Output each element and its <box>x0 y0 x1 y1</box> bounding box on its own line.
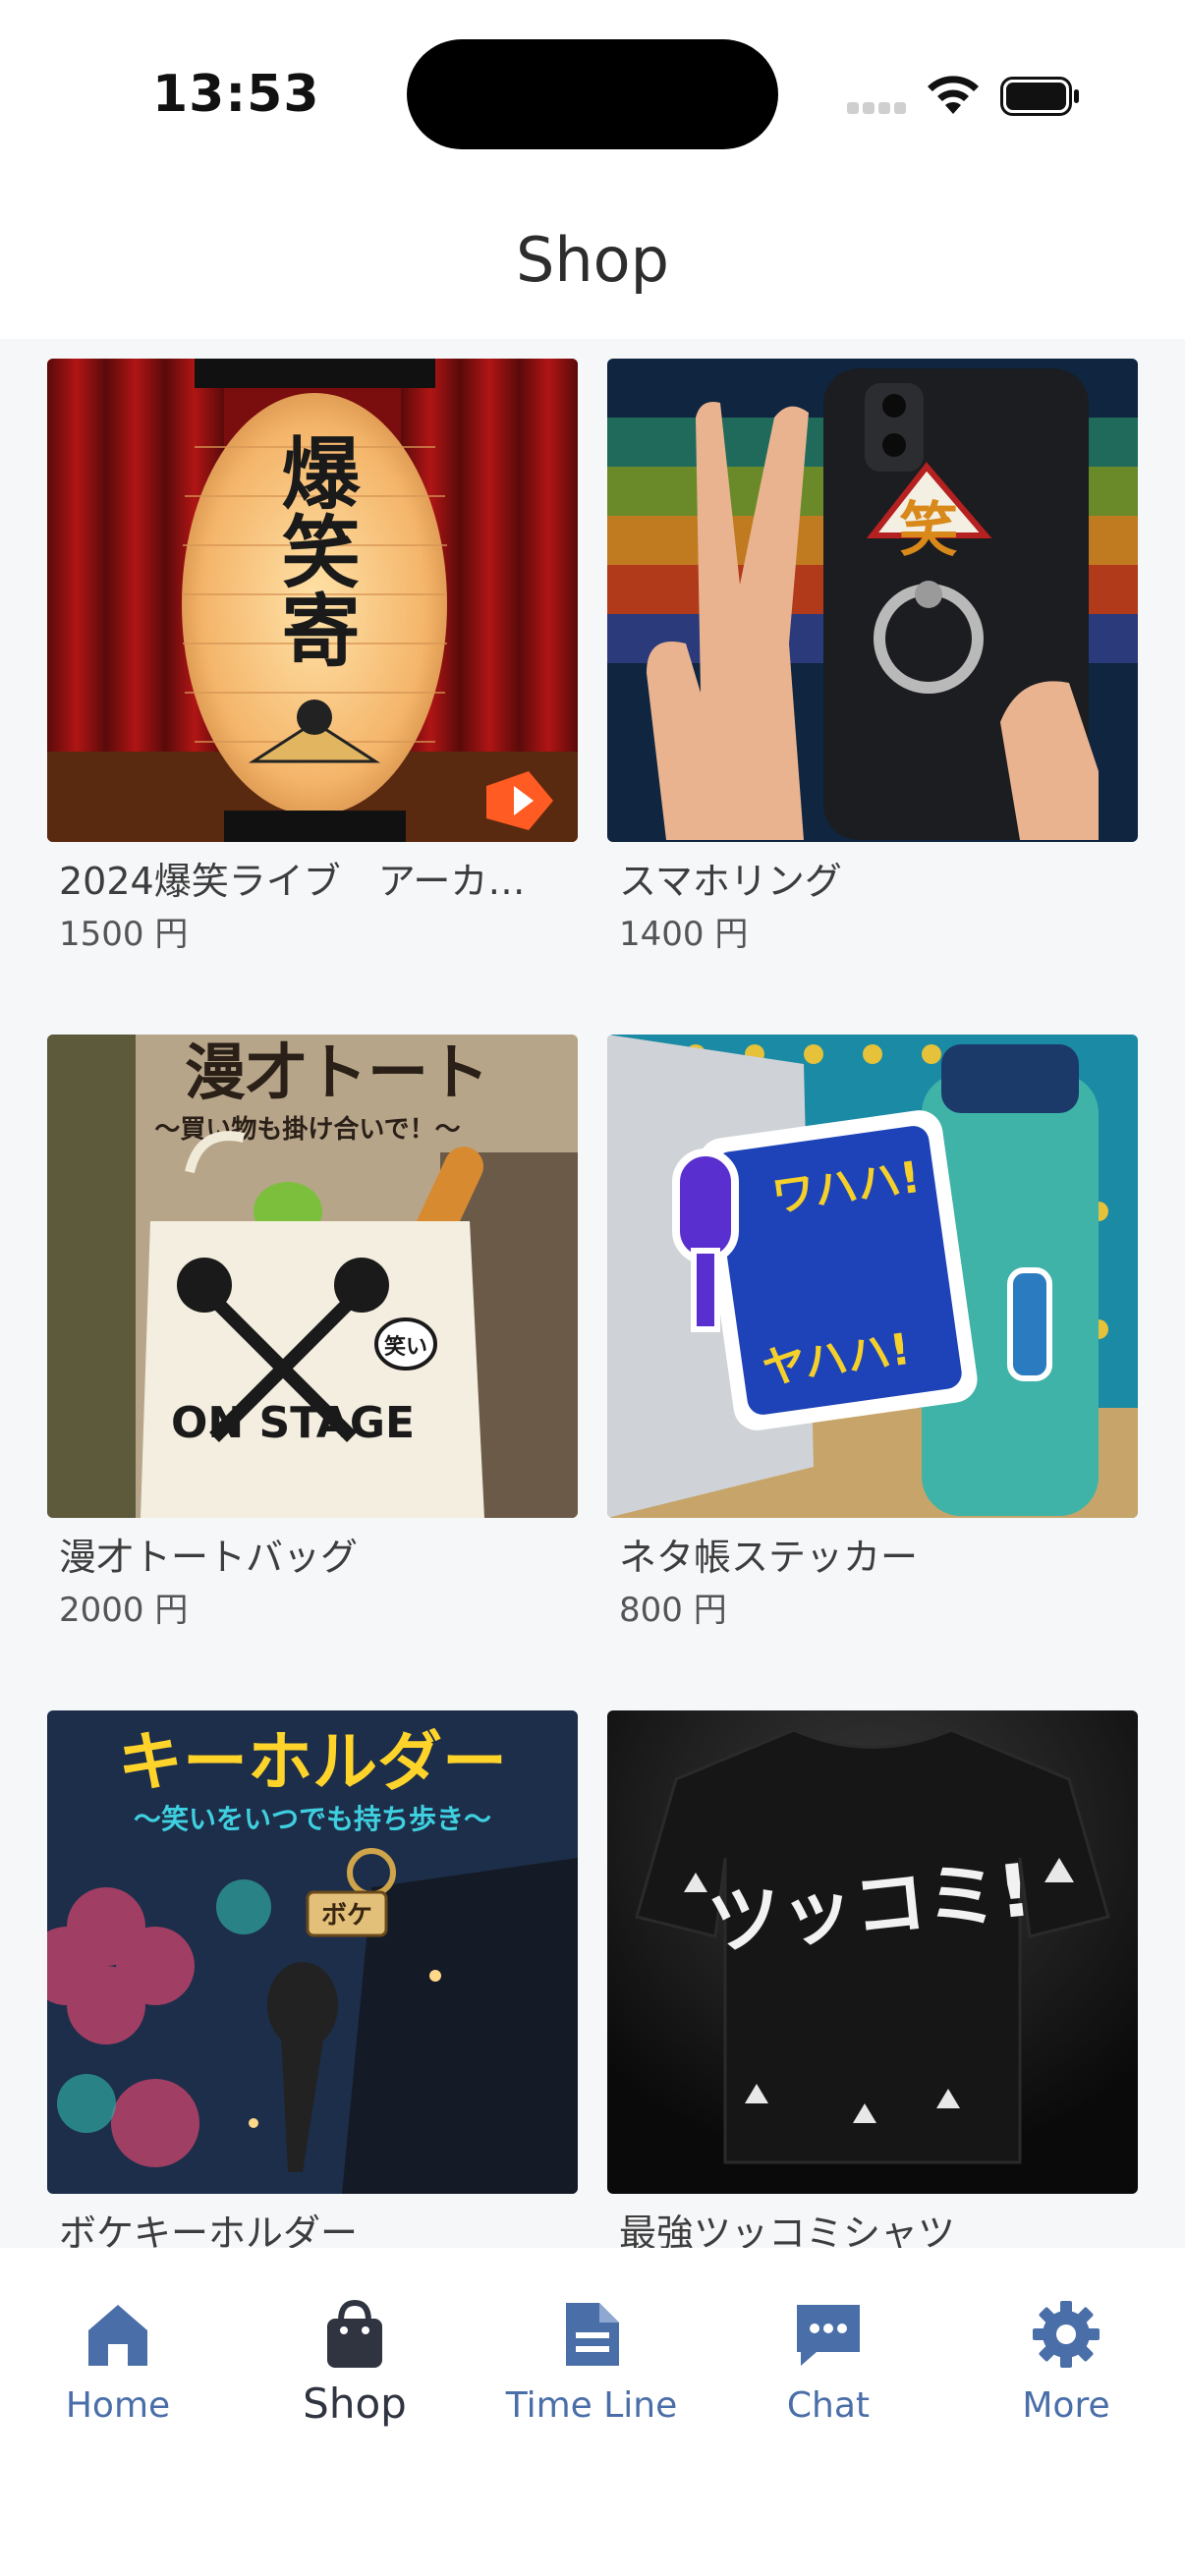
status-bar: 13:53 <box>0 0 1185 187</box>
tab-timeline[interactable]: Time Line <box>474 2297 709 2444</box>
tote-title-text: 漫才トート <box>185 1036 489 1108</box>
product-image: 漫才トート ～買い物も掛け合いで！～ 笑い ON STAGE <box>47 1035 578 1518</box>
document-icon <box>566 2303 619 2366</box>
tab-label: Time Line <box>505 2385 678 2426</box>
lantern-image: 爆笑寄 <box>47 359 578 842</box>
home-icon <box>88 2305 147 2366</box>
product-name: 漫才トートバッグ <box>59 1536 359 1579</box>
shopping-bag-icon <box>327 2299 382 2368</box>
tote-subtitle-text: ～買い物も掛け合いで！～ <box>154 1114 460 1145</box>
product-price: 1500 円 <box>59 915 189 954</box>
keyholder-subtitle-text: ～笑いをいつでも持ち歩き～ <box>134 1803 491 1835</box>
product-name: 最強ツッコミシャツ <box>619 2212 956 2248</box>
battery-icon <box>1000 77 1079 116</box>
product-price: 800 円 <box>619 1591 727 1630</box>
dynamic-island <box>407 39 778 149</box>
tote-bag-image: 漫才トート ～買い物も掛け合いで！～ 笑い ON STAGE <box>47 1035 578 1518</box>
keyholder-image: キーホルダー ～笑いをいつでも持ち歩き～ ボケ <box>47 1710 578 2194</box>
product-price: 2000 円 <box>59 1591 189 1630</box>
product-card[interactable]: 笑 スマホリング 1400 円 <box>607 359 1138 1007</box>
navigation-bar: Shop <box>0 187 1185 339</box>
tab-label: More <box>1022 2385 1110 2426</box>
product-price: 1400 円 <box>619 915 749 954</box>
tab-chat[interactable]: Chat <box>710 2297 946 2444</box>
product-image: ワハハ! ヤハハ! <box>607 1035 1138 1518</box>
product-name: スマホリング <box>619 860 842 903</box>
product-card[interactable]: 爆笑寄 2024爆笑ライブ アーカイブ 1500 円 <box>47 359 578 1007</box>
tab-home[interactable]: Home <box>0 2297 236 2444</box>
tab-label: Shop <box>303 2380 407 2428</box>
tab-shop[interactable]: Shop <box>237 2297 473 2444</box>
tshirt-image: ツッコミ! <box>607 1710 1138 2194</box>
page-title: Shop <box>516 224 669 296</box>
product-image: キーホルダー ～笑いをいつでも持ち歩き～ ボケ <box>47 1710 578 2194</box>
keyholder-title-text: キーホルダー <box>118 1724 507 1800</box>
product-card[interactable]: ツッコミ! 最強ツッコミシャツ <box>607 1710 1138 2248</box>
cellular-signal-icon <box>847 102 908 116</box>
wifi-icon <box>928 76 979 114</box>
product-card[interactable]: 漫才トート ～買い物も掛け合いで！～ 笑い ON STAGE 漫才トートバッグ … <box>47 1035 578 1683</box>
product-image: ツッコミ! <box>607 1710 1138 2194</box>
status-time: 13:53 <box>152 65 320 124</box>
tab-bar: Home Shop Time Line Chat More <box>0 2248 1185 2576</box>
phone-ring-image: 笑 <box>607 359 1138 842</box>
product-grid-scroll[interactable]: 爆笑寄 2024爆笑ライブ アーカイブ 1500 円 笑 スマホリング 1400… <box>0 339 1185 2248</box>
gear-icon <box>1033 2301 1100 2368</box>
product-name: ネタ帳ステッカー <box>619 1536 919 1579</box>
tab-label: Home <box>65 2385 171 2426</box>
sticker-image: ワハハ! ヤハハ! <box>607 1035 1138 1518</box>
keyholder-tag-text: ボケ <box>321 1901 372 1931</box>
tab-more[interactable]: More <box>948 2297 1184 2444</box>
product-image: 笑 <box>607 359 1138 842</box>
product-card[interactable]: ワハハ! ヤハハ! ネタ帳ステッカー 800 円 <box>607 1035 1138 1683</box>
tote-stage-text: ON STAGE <box>171 1398 415 1448</box>
chat-icon <box>797 2305 860 2366</box>
product-image: 爆笑寄 <box>47 359 578 842</box>
ring-text: 笑 <box>899 496 958 565</box>
tote-bubble-text: 笑い <box>384 1334 427 1360</box>
product-card[interactable]: キーホルダー ～笑いをいつでも持ち歩き～ ボケ ボケキーホルダー <box>47 1710 578 2248</box>
product-name: 2024爆笑ライブ アーカイブ <box>59 860 558 903</box>
lantern-text: 爆笑寄 <box>269 432 361 668</box>
tab-label: Chat <box>786 2385 871 2426</box>
product-name: ボケキーホルダー <box>59 2212 359 2248</box>
